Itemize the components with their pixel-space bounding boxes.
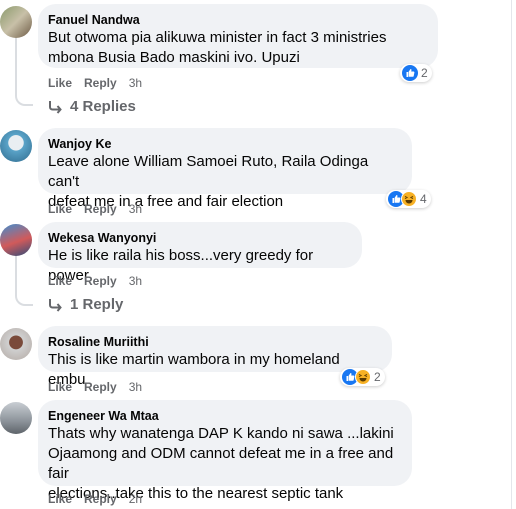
reaction-summary[interactable]: 2 [340, 368, 385, 386]
comment-actions: Like Reply 3h [48, 380, 154, 394]
like-button[interactable]: Like [48, 492, 72, 506]
comment-actions: Like Reply 3h [48, 202, 154, 216]
comment-author[interactable]: Rosaline Muriithi [48, 334, 380, 350]
reply-button[interactable]: Reply [84, 202, 117, 216]
view-replies-link[interactable]: 4 Replies [48, 98, 136, 115]
comment-actions: Like Reply 3h [48, 76, 154, 90]
thread-line [15, 256, 17, 296]
comment-text-line: Ojaamong and ODM cannot defeat me in a f… [48, 445, 394, 482]
reply-button[interactable]: Reply [84, 492, 117, 506]
thread-line [15, 36, 17, 96]
timestamp[interactable]: 3h [129, 274, 142, 288]
view-replies-link[interactable]: 1 Reply [48, 296, 123, 313]
thread-curve [15, 294, 33, 306]
reply-arrow-icon [49, 100, 62, 114]
like-button[interactable]: Like [48, 380, 72, 394]
avatar[interactable] [0, 130, 32, 162]
replies-count-label[interactable]: 1 Reply [70, 296, 123, 313]
reaction-count: 2 [374, 370, 381, 384]
timestamp[interactable]: 3h [129, 76, 142, 90]
reply-button[interactable]: Reply [84, 380, 117, 394]
like-button[interactable]: Like [48, 202, 72, 216]
timestamp[interactable]: 3h [129, 202, 142, 216]
comment-bubble: Wanjoy Ke Leave alone William Samoei Rut… [38, 128, 412, 210]
haha-reaction-icon [355, 369, 371, 385]
timestamp[interactable]: 3h [129, 380, 142, 394]
comment-author[interactable]: Wekesa Wanyonyi [48, 230, 350, 246]
replies-count-label[interactable]: 4 Replies [70, 98, 136, 115]
reply-button[interactable]: Reply [84, 274, 117, 288]
avatar[interactable] [0, 224, 32, 256]
comment-text-line: Leave alone William Samoei Ruto, Raila O… [48, 153, 369, 190]
reaction-summary[interactable]: 2 [400, 64, 432, 82]
comment-bubble: Engeneer Wa Mtaa Thats why wanatenga DAP… [38, 400, 412, 502]
reply-button[interactable]: Reply [84, 76, 117, 90]
reaction-count: 4 [420, 192, 427, 206]
comment-author[interactable]: Engeneer Wa Mtaa [48, 408, 400, 424]
reaction-count: 2 [421, 66, 428, 80]
timestamp[interactable]: 2h [129, 492, 142, 506]
like-reaction-icon [402, 65, 418, 81]
comment-text-line: But otwoma pia alikuwa minister in fact … [48, 29, 387, 46]
haha-reaction-icon [401, 191, 417, 207]
comment-bubble: Wekesa Wanyonyi He is like raila his bos… [38, 222, 362, 284]
thread-curve [15, 94, 33, 106]
comment-text-line: Thats why wanatenga DAP K kando ni sawa … [48, 425, 394, 442]
scroll-rail [511, 0, 512, 509]
comment-author[interactable]: Fanuel Nandwa [48, 12, 426, 28]
comment-text-line: mbona Busia Bado maskini ivo. Upuzi [48, 49, 300, 66]
comment-bubble: Rosaline Muriithi This is like martin wa… [38, 326, 392, 388]
like-button[interactable]: Like [48, 274, 72, 288]
avatar[interactable] [0, 402, 32, 434]
comment-actions: Like Reply 2h [48, 492, 154, 506]
reaction-summary[interactable]: 4 [386, 190, 431, 208]
like-button[interactable]: Like [48, 76, 72, 90]
avatar[interactable] [0, 6, 32, 38]
comment-author[interactable]: Wanjoy Ke [48, 136, 400, 152]
reply-arrow-icon [49, 298, 62, 312]
avatar[interactable] [0, 328, 32, 360]
comment-bubble: Fanuel Nandwa But otwoma pia alikuwa min… [38, 4, 438, 68]
comment-actions: Like Reply 3h [48, 274, 154, 288]
